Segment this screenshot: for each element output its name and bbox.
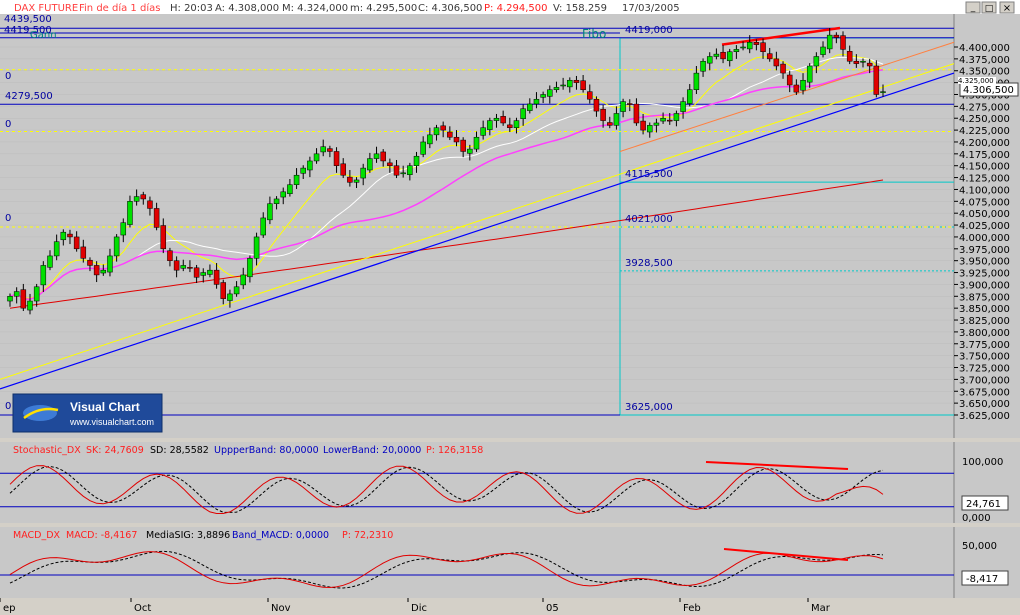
close-icon: × [1003, 3, 1011, 14]
time-value: H: 20:03 [170, 3, 213, 14]
chart-header: DAX FUTURE Fin de día 1 días H: 20:03 A:… [14, 2, 680, 14]
price-tick-label: 4.025,000 [959, 221, 1010, 232]
macd-value: MACD: -8,4167 [66, 530, 137, 541]
price-tick-label: 4.400,000 [959, 43, 1010, 54]
time-tick-label: Nov [271, 603, 291, 614]
fibo-label: Fibo [582, 27, 606, 41]
price-tick-label: 4.075,000 [959, 197, 1010, 208]
price-tick-label: 4.050,000 [959, 209, 1010, 220]
clipped-label-2: 0 [5, 119, 11, 130]
price-tick-label: 4.225,000 [959, 126, 1010, 137]
stochastic-axis-bottom: 0,000 [962, 513, 991, 524]
price-tick-label: 4.275,000 [959, 102, 1010, 113]
gann-label: Gann [30, 30, 57, 41]
clipped-label-1: 0 [5, 71, 11, 82]
low-value: m: 4.295,500 [350, 3, 417, 14]
stochastic-upper: UppperBand: 80,0000 [214, 445, 319, 456]
price-axis-ticks: 4.400,0004.375,0004.350,0004.325,0004.30… [954, 43, 1010, 422]
volume-value: V: 158.259 [553, 3, 607, 14]
level-label-third: 4279,500 [5, 91, 53, 102]
fib-label-4: 3928,500 [625, 258, 673, 269]
price-tick-label: 3.650,000 [959, 399, 1010, 410]
window-controls: _ □ × [965, 1, 1015, 14]
price-tick-label: 3.675,000 [959, 387, 1010, 398]
fib-label-2: 4115,500 [625, 169, 673, 180]
panel-separator-1[interactable] [0, 438, 1020, 442]
price-tick-label: 4.250,000 [959, 114, 1010, 125]
logo-url: www.visualchart.com [69, 417, 154, 427]
price-tick-label: 4.100,000 [959, 185, 1010, 196]
fib-label-3: 4021,000 [625, 214, 673, 225]
price-tick-label: 3.925,000 [959, 269, 1010, 280]
clipped-label-3: 0 [5, 213, 11, 224]
current-price: 4.306,500 [963, 85, 1014, 96]
time-tick-label: Dic [411, 603, 427, 614]
restore-icon: □ [985, 4, 994, 14]
price-tick-label: 3.800,000 [959, 328, 1010, 339]
time-tick-label: Feb [683, 603, 701, 614]
price-tick-label: 3.725,000 [959, 364, 1010, 375]
macd-name: MACD_DX [13, 530, 61, 541]
candle [873, 60, 880, 98]
price-tick-label: 4.200,000 [959, 138, 1010, 149]
price-tick-label: 3.850,000 [959, 304, 1010, 315]
close-button[interactable]: × [999, 1, 1015, 14]
fib-label-5: 3625,000 [625, 402, 673, 413]
time-tick-label: ep [3, 603, 16, 614]
price-tick-label: 3.750,000 [959, 352, 1010, 363]
time-tick-label: 05 [546, 603, 559, 614]
date-value: 17/03/2005 [622, 3, 680, 14]
price-tick-label: 4.375,000 [959, 55, 1010, 66]
panel-separator-2[interactable] [0, 523, 1020, 527]
fib-label-1: 4419,000 [625, 25, 673, 36]
covered-price: 4.325,000 [958, 77, 994, 85]
price-tick-label: 3.625,000 [959, 411, 1010, 422]
high-value: M: 4.324,000 [282, 3, 348, 14]
macd-band: Band_MACD: 0,0000 [232, 530, 329, 541]
restore-button[interactable]: □ [981, 1, 997, 14]
stochastic-axis-top: 100,000 [962, 457, 1003, 468]
price-tick-label: 3.775,000 [959, 340, 1010, 351]
price-tick-label: 3.900,000 [959, 280, 1010, 291]
covered-price-marker: 4.325,000 [958, 77, 996, 85]
visual-chart-window: DAX FUTURE Fin de día 1 días H: 20:03 A:… [0, 0, 1020, 615]
logo-title: Visual Chart [70, 400, 140, 414]
price-tick-label: 4.000,000 [959, 233, 1010, 244]
macd-current: -8,417 [966, 574, 998, 585]
price-tick-label: 4.125,000 [959, 174, 1010, 185]
open-value: A: 4.308,000 [215, 3, 279, 14]
price-tick-label: 3.950,000 [959, 257, 1010, 268]
price-tick-label: 4.175,000 [959, 150, 1010, 161]
minimize-icon: _ [970, 3, 976, 13]
price-tick-label: 3.700,000 [959, 375, 1010, 386]
time-axis-panel [0, 598, 1020, 615]
macd-p: P: 72,2310 [342, 530, 393, 541]
macd-signal: MediaSIG: 3,8896 [146, 530, 230, 541]
close-value: C: 4.306,500 [418, 3, 482, 14]
stochastic-sd: SD: 28,5582 [150, 445, 209, 456]
logo-globe-icon [23, 405, 57, 421]
visual-chart-logo: Visual Chart www.visualchart.com [12, 393, 163, 433]
previous-value: P: 4.294,500 [484, 3, 547, 14]
price-tick-label: 3.875,000 [959, 292, 1010, 303]
stochastic-current: 24,761 [966, 499, 1001, 510]
instrument-name: DAX FUTURE [14, 3, 78, 14]
clipped-label-4: 0 [5, 401, 11, 412]
chart-canvas[interactable]: DAX FUTURE Fin de día 1 días H: 20:03 A:… [0, 0, 1020, 615]
level-label-top: 4439,500 [4, 14, 52, 25]
time-tick-label: Oct [134, 603, 151, 614]
price-tick-label: 4.150,000 [959, 162, 1010, 173]
time-tick-label: Mar [811, 603, 831, 614]
price-tick-label: 3.975,000 [959, 245, 1010, 256]
stochastic-sk: SK: 24,7609 [86, 445, 144, 456]
price-tick-label: 3.825,000 [959, 316, 1010, 327]
stochastic-name: Stochastic_DX [13, 445, 81, 456]
stochastic-p: P: 126,3158 [426, 445, 483, 456]
stochastic-lower: LowerBand: 20,0000 [323, 445, 421, 456]
minimize-button[interactable]: _ [965, 1, 981, 14]
macd-axis-top: 50,000 [962, 541, 997, 552]
period-label: Fin de día 1 días [79, 2, 160, 14]
